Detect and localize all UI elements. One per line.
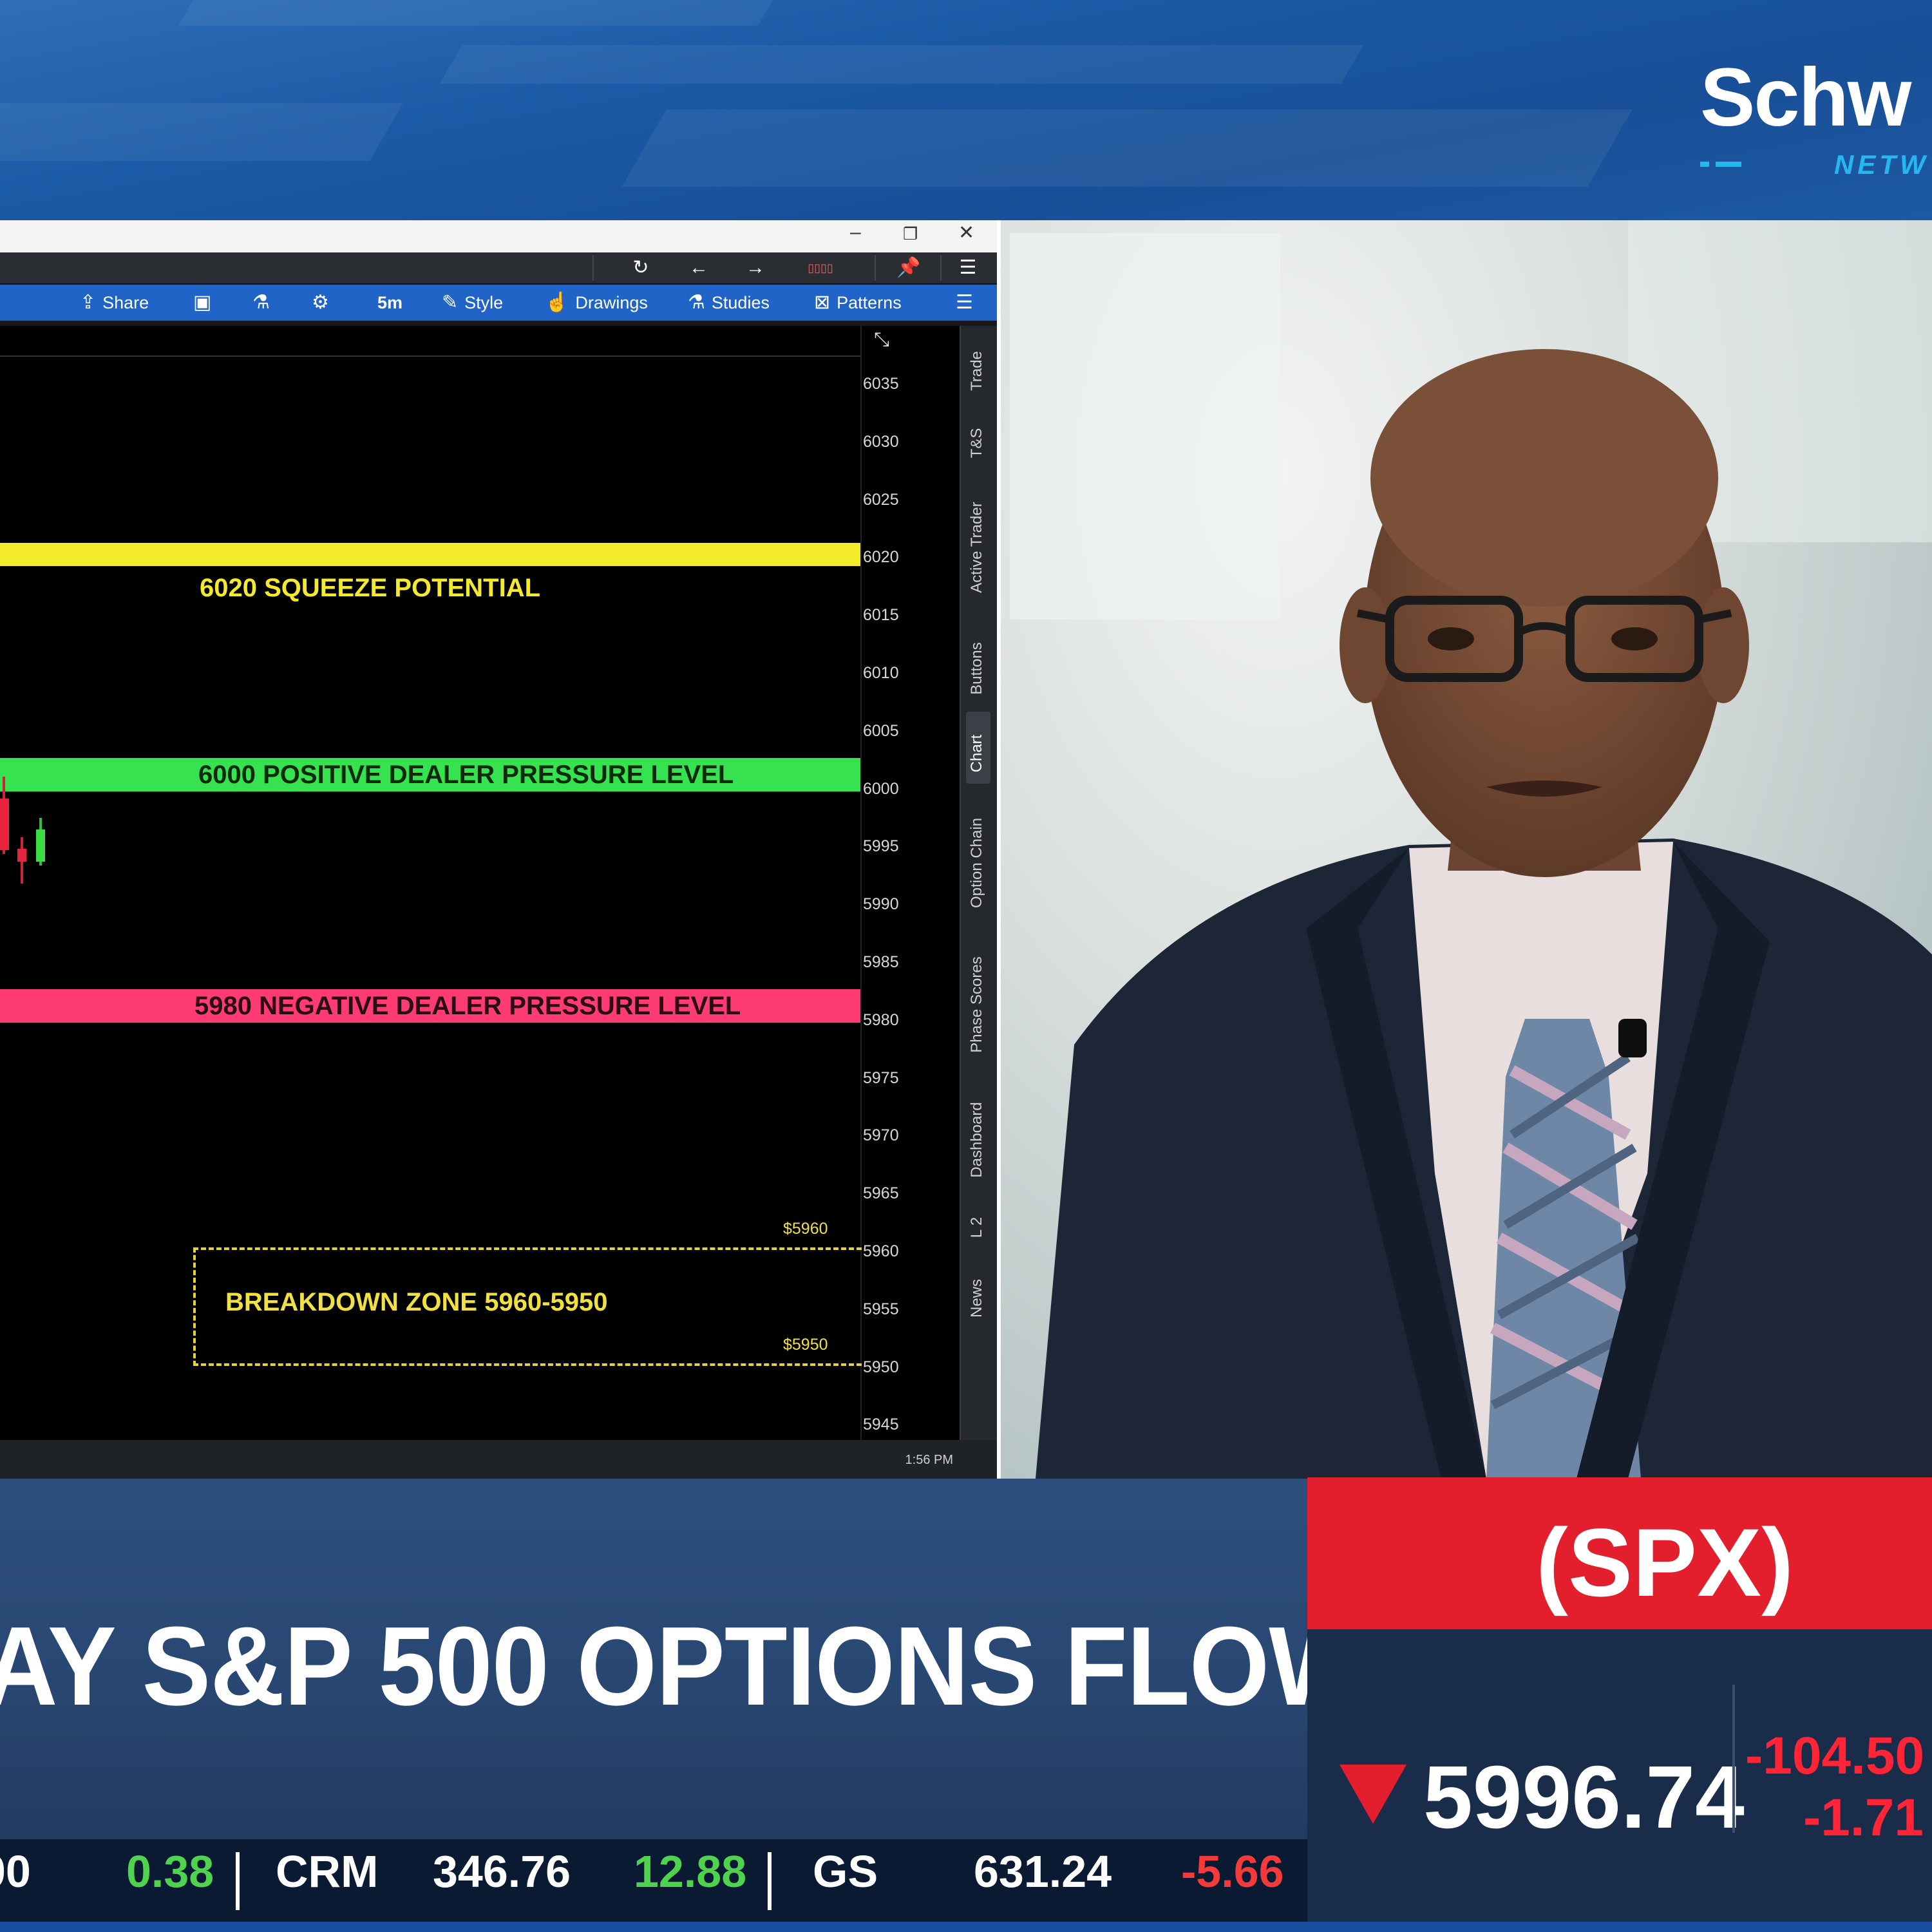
- flask-icon: ⚗: [252, 292, 270, 313]
- presenter-video: [997, 220, 1932, 1479]
- price-tick-label: 5950: [863, 1358, 899, 1376]
- forward-arrow-icon[interactable]: →: [739, 256, 772, 279]
- down-arrow-icon: [1340, 1765, 1406, 1824]
- zone-top-tag: $5960: [783, 1220, 828, 1238]
- window-title-bar: – ❐ ✕: [0, 220, 997, 252]
- style-button[interactable]: ✎ Style: [442, 290, 503, 316]
- price-tick-label: 5970: [863, 1126, 899, 1145]
- plot-top-border: [0, 355, 860, 357]
- side-tab-trade[interactable]: Trade: [968, 351, 986, 391]
- logo-dashes: [1700, 158, 1752, 167]
- candle-red: [0, 799, 9, 850]
- price-tick-label: 6000: [863, 779, 899, 798]
- save-chart-button[interactable]: ▣: [193, 290, 218, 316]
- quote-change-percent: -1.71: [1803, 1788, 1924, 1847]
- scale-toggle-icon[interactable]: ⤡: [866, 328, 898, 352]
- toolbar-menu-button[interactable]: ☰: [956, 290, 980, 316]
- minimize-button[interactable]: –: [850, 222, 861, 243]
- price-tick-label: 6015: [863, 606, 899, 625]
- gear-icon: ⚙: [312, 292, 329, 313]
- interval-selector[interactable]: 5m: [377, 290, 402, 316]
- quote-price: 5996.74: [1423, 1748, 1745, 1847]
- list-icon: ☰: [956, 292, 973, 313]
- chart-save-icon: ▣: [193, 292, 212, 313]
- bottom-strip: [0, 1922, 1932, 1932]
- studies-button[interactable]: ⚗ Studies: [688, 290, 770, 316]
- price-tick-label: 6010: [863, 664, 899, 682]
- pin-icon[interactable]: 📌: [893, 256, 925, 279]
- brand-name: Schw: [1700, 52, 1911, 144]
- chart-toolbar-main: ⇪ Share ▣ ⚗ ⚙ 5m ✎ Style ☝ Drawings ⚗ Studie…: [0, 285, 997, 321]
- ticker-item: 346.76: [433, 1846, 571, 1897]
- time-readout: 1:56 PM: [905, 1453, 953, 1467]
- share-button[interactable]: ⇪ Share: [80, 290, 149, 316]
- side-tab-buttons[interactable]: Buttons: [968, 642, 986, 694]
- side-tab-phase-scores[interactable]: Phase Scores: [968, 956, 986, 1052]
- chart-toolbar-top: ↻ ← → ▯▯▯▯ 📌 ☰: [0, 252, 997, 285]
- price-tick-label: 5980: [863, 1010, 899, 1029]
- level-band-6020: [0, 543, 860, 567]
- flask-button[interactable]: ⚗: [252, 290, 276, 316]
- price-tick-label: 6025: [863, 490, 899, 509]
- side-tab-chart[interactable]: Chart: [968, 735, 986, 773]
- network-banner: Schw NETW: [0, 0, 1932, 220]
- share-icon: ⇪: [80, 292, 97, 313]
- price-tick-label: 5990: [863, 895, 899, 914]
- breakdown-zone-label: BREAKDOWN ZONE 5960-5950: [225, 1288, 608, 1316]
- price-tick-label: 5955: [863, 1300, 899, 1318]
- ticker-item: GS: [813, 1846, 878, 1897]
- price-tick-label: 6020: [863, 548, 899, 567]
- price-tick-label: 5945: [863, 1416, 899, 1434]
- menu-icon[interactable]: ☰: [952, 256, 984, 279]
- quote-symbol: (SPX): [1535, 1508, 1794, 1616]
- presenter-image: [1010, 220, 1932, 1479]
- ticker-item: CRM: [276, 1846, 379, 1897]
- ticker-item: 00: [0, 1846, 31, 1897]
- side-tab-active-trader[interactable]: Active Trader: [968, 502, 986, 592]
- ticker-separator: [768, 1852, 772, 1910]
- patterns-button[interactable]: ⊠ Patterns: [814, 290, 902, 316]
- level-label-5980: 5980 NEGATIVE DEALER PRESSURE LEVEL: [194, 991, 741, 1020]
- ticker-item: 0.38: [126, 1846, 214, 1897]
- candle-red: [17, 849, 26, 862]
- price-tick-label: 5960: [863, 1242, 899, 1260]
- price-tick-label: 5995: [863, 837, 899, 856]
- side-tab-t-s[interactable]: T&S: [968, 428, 986, 459]
- flask-icon: ⚗: [688, 292, 705, 313]
- price-tick-label: 5985: [863, 953, 899, 971]
- candle-green: [36, 829, 45, 862]
- quote-change: -104.50: [1745, 1727, 1925, 1785]
- level-label-6000: 6000 POSITIVE DEALER PRESSURE LEVEL: [198, 760, 734, 789]
- quote-divider: [1732, 1685, 1735, 1833]
- restore-button[interactable]: ❐: [903, 224, 918, 244]
- ticker-item: 631.24: [974, 1846, 1112, 1897]
- settings-button[interactable]: ⚙: [312, 290, 336, 316]
- price-tick-label: 6035: [863, 375, 899, 393]
- back-arrow-icon[interactable]: ←: [683, 256, 715, 279]
- side-tab-l-2[interactable]: L 2: [968, 1217, 986, 1238]
- ticker-item: -5.66: [1181, 1846, 1284, 1897]
- zone-bottom-tag: $5950: [783, 1336, 828, 1354]
- level-label-6020: 6020 SQUEEZE POTENTIAL: [200, 574, 541, 603]
- ticker-item: 12.88: [634, 1846, 747, 1897]
- headline: AY S&P 500 OPTIONS FLOW: [0, 1603, 1366, 1728]
- patterns-icon: ⊠: [814, 292, 831, 313]
- price-tick-label: 5965: [863, 1184, 899, 1203]
- side-tab-option-chain[interactable]: Option Chain: [968, 818, 986, 908]
- brand-subtitle: NETW: [1834, 149, 1929, 180]
- price-tick-label: 6005: [863, 721, 899, 740]
- price-tick-label: 6030: [863, 432, 899, 451]
- side-tab-dashboard[interactable]: Dashboard: [968, 1102, 986, 1177]
- hand-icon: ☝: [545, 292, 569, 313]
- drawings-button[interactable]: ☝ Drawings: [545, 290, 648, 316]
- side-tab-news[interactable]: News: [968, 1279, 986, 1318]
- network-logo: Schw NETW: [1700, 57, 1932, 180]
- refresh-icon[interactable]: ↻: [625, 256, 657, 279]
- status-bar: 1:56 PM: [0, 1440, 997, 1479]
- link-color-icon[interactable]: ▯▯▯▯: [795, 256, 846, 279]
- ticker-separator: [236, 1852, 240, 1910]
- style-icon: ✎: [442, 292, 459, 313]
- close-button[interactable]: ✕: [958, 222, 974, 244]
- price-tick-label: 5975: [863, 1068, 899, 1087]
